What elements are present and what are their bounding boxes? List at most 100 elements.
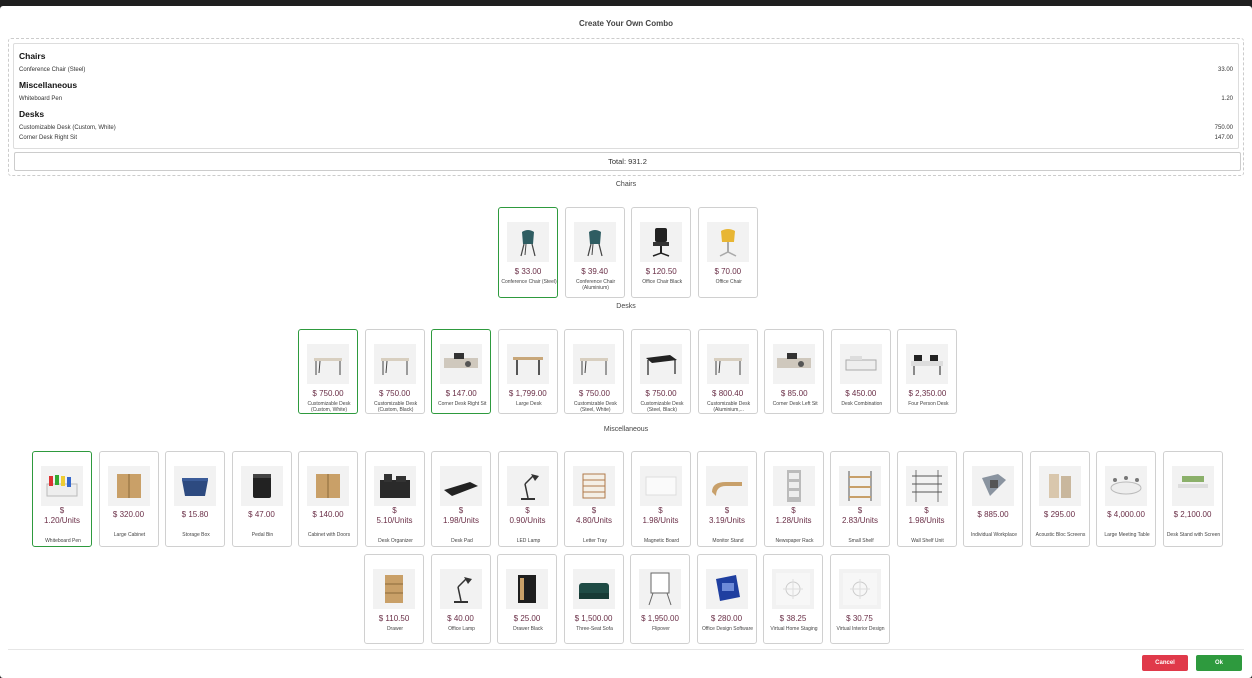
product-name: Desk Stand with Screen: [1166, 532, 1221, 538]
product-name: Wall Shelf Unit: [911, 538, 944, 544]
product-name: Small Shelf: [848, 538, 874, 544]
summary-item-name: Conference Chair (Steel): [19, 67, 86, 73]
product-name: Virtual Home Staging: [770, 626, 818, 632]
section-title-misc: Miscellaneous: [603, 426, 649, 433]
product-card[interactable]: $ 140.00 Cabinet with Doors: [298, 451, 358, 547]
product-card[interactable]: $ 750.00 Customizable Desk (Custom, White…: [298, 329, 358, 414]
product-image: [573, 222, 616, 262]
product-name: Conference Chair (Aluminium): [576, 279, 616, 291]
letter-tray-icon: [582, 473, 606, 499]
product-card[interactable]: $ 450.00 Desk Combination: [830, 329, 891, 414]
product-card[interactable]: $ 15.80 Storage Box: [165, 451, 225, 547]
product-card[interactable]: $ 800.40 Customizable Desk (Aluminium,...: [697, 329, 758, 414]
product-image: [705, 569, 748, 609]
dialog-title: Create Your Own Combo: [579, 19, 673, 28]
product-name: Individual Workplace: [970, 532, 1018, 538]
product-card[interactable]: $ 0.90/Units LED Lamp: [497, 451, 558, 547]
product-price: $ 120.50: [645, 267, 677, 276]
product-image: [772, 569, 814, 609]
product-image: [1038, 466, 1081, 506]
product-card[interactable]: $ 320.00 Large Cabinet: [98, 451, 159, 547]
product-image: [307, 344, 349, 384]
combo-dialog: Create Your Own Combo Chairs Conference …: [0, 6, 1252, 678]
product-card[interactable]: $ 40.00 Office Lamp: [430, 554, 491, 644]
product-card[interactable]: $ 1.98/Units Desk Pad: [431, 451, 491, 547]
product-card[interactable]: $ 1.28/Units Newspaper Rack: [763, 451, 824, 547]
cabinet-icon: [316, 474, 340, 498]
product-name: Three-Seat Sofa: [576, 626, 613, 632]
product-price: $ 750.00: [578, 389, 610, 398]
product-card[interactable]: $ 2,350.00 Four Person Desk: [897, 329, 958, 414]
product-image: [839, 344, 882, 384]
product-card[interactable]: $ 1.98/Units Magnetic Board: [630, 451, 691, 547]
product-price: $ 800.40: [712, 389, 744, 398]
product-card[interactable]: $ 295.00 Acoustic Bloc Screens: [1029, 451, 1090, 547]
product-card[interactable]: $ 33.00 Conference Chair (Steel): [498, 207, 558, 298]
product-name: Desk Combination: [841, 401, 883, 407]
product-image: [174, 466, 216, 506]
teal-chair-icon: [520, 230, 536, 257]
product-card[interactable]: $ 120.50 Office Chair Black: [631, 207, 692, 298]
summary-group-title: Desks: [19, 109, 45, 119]
product-image: [240, 466, 283, 506]
product-card[interactable]: $ 4,000.00 Large Meeting Table: [1096, 451, 1156, 547]
product-card[interactable]: $ 110.50 Drawer: [364, 554, 424, 644]
organizer-icon: [379, 474, 410, 498]
summary-item-price: 33.00: [1217, 67, 1233, 73]
product-name: Conference Chair (Steel): [501, 279, 557, 285]
desk-icon: [713, 358, 742, 375]
product-name: Office Design Software: [701, 626, 754, 632]
product-name: Flipover: [652, 626, 670, 632]
product-card[interactable]: $ 750.00 Customizable Desk (Steel, Black): [631, 329, 691, 414]
product-card[interactable]: $ 85.00 Corner Desk Left Sit: [764, 329, 825, 414]
product-card[interactable]: $ 4.80/Units Letter Tray: [564, 451, 624, 547]
meeting-table-icon: [1110, 476, 1142, 495]
product-name: Virtual Interior Design: [836, 626, 885, 632]
product-card[interactable]: $ 1.98/Units Wall Shelf Unit: [896, 451, 957, 547]
product-card[interactable]: $ 885.00 Individual Workplace: [963, 451, 1023, 547]
product-name: Whiteboard Pen: [45, 538, 81, 544]
corner-desk-icon: [777, 353, 812, 368]
product-price: $ 1.28/Units: [775, 506, 812, 525]
summary-group-misc: Miscellaneous Whiteboard Pen 1.20: [19, 80, 1233, 104]
product-card[interactable]: $ 25.00 Drawer Black: [497, 554, 557, 644]
cancel-button[interactable]: Cancel: [1142, 655, 1188, 671]
ok-button[interactable]: Ok: [1196, 655, 1242, 671]
product-price: $ 1.98/Units: [442, 506, 480, 525]
product-price: $ 4.80/Units: [575, 506, 613, 525]
product-card[interactable]: $ 147.00 Corner Desk Right Sit: [431, 329, 492, 414]
product-price: $ 4,000.00: [1107, 510, 1145, 519]
pens-icon: [46, 475, 78, 497]
product-image: [506, 466, 549, 506]
product-card[interactable]: $ 750.00 Customizable Desk (Steel, White): [564, 329, 625, 414]
product-card[interactable]: $ 1,950.00 Flipover: [630, 554, 690, 644]
product-price: $ 140.00: [312, 510, 344, 519]
product-card[interactable]: $ 38.25 Virtual Home Staging: [763, 554, 823, 644]
cabinet-icon: [116, 474, 141, 498]
product-card[interactable]: $ 70.00 Office Chair: [697, 207, 758, 298]
product-name: Acoustic Bloc Screens: [1035, 532, 1086, 538]
product-card[interactable]: $ 2.83/Units Small Shelf: [830, 451, 890, 547]
product-card[interactable]: $ 1,500.00 Three-Seat Sofa: [563, 554, 624, 644]
yellow-chair-icon: [719, 229, 737, 257]
product-card[interactable]: $ 2,100.00 Desk Stand with Screen: [1162, 451, 1223, 547]
summary-item-name: Whiteboard Pen: [19, 96, 63, 102]
corner-desk-icon: [444, 353, 479, 368]
product-name: Newspaper Rack: [775, 538, 814, 544]
product-card[interactable]: $ 5.10/Units Desk Organizer: [364, 451, 425, 547]
product-card[interactable]: $ 30.75 Virtual Interior Design: [829, 554, 890, 644]
summary-group-chairs: Chairs Conference Chair (Steel) 33.00: [19, 51, 1233, 75]
flipover-icon: [648, 572, 672, 606]
product-card[interactable]: $ 280.00 Office Design Software: [696, 554, 757, 644]
product-card[interactable]: $ 750.00 Customizable Desk (Custom, Black…: [364, 329, 425, 414]
product-card[interactable]: $ 1.20/Units Whiteboard Pen: [32, 451, 92, 547]
virtual-icon: [842, 573, 877, 605]
product-card[interactable]: $ 1,799.00 Large Desk: [497, 329, 558, 414]
product-card[interactable]: $ 47.00 Pedal Bin: [231, 451, 292, 547]
product-image: [573, 466, 615, 506]
virtual-icon: [776, 573, 810, 605]
product-card[interactable]: $ 3.19/Units Monitor Stand: [697, 451, 757, 547]
product-image: [839, 466, 881, 506]
product-card[interactable]: $ 39.40 Conference Chair (Aluminium): [564, 207, 625, 298]
product-name: Customizable Desk (Custom, Black): [374, 401, 418, 413]
